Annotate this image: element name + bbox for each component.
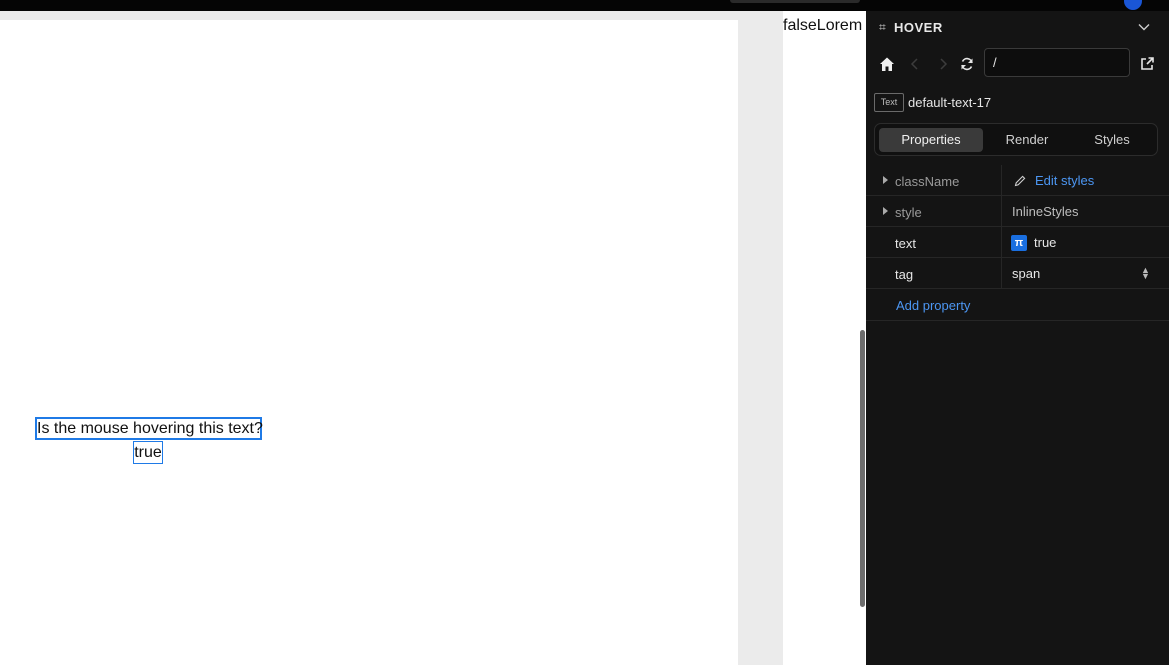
property-value[interactable]: InlineStyles xyxy=(1012,204,1078,219)
tab-styles[interactable]: Styles xyxy=(1060,128,1164,152)
component-type-badge: Text xyxy=(874,93,904,112)
avatar[interactable] xyxy=(1124,0,1142,10)
home-icon[interactable] xyxy=(878,55,896,73)
hover-question-text[interactable]: Is the mouse hovering this text? xyxy=(35,417,263,440)
chevron-right-icon[interactable] xyxy=(934,55,952,73)
property-row-tag[interactable]: tag span ▲ ▼ xyxy=(866,258,1169,289)
pi-icon[interactable]: π xyxy=(1011,235,1027,251)
property-key: text xyxy=(895,236,916,251)
top-bar-field[interactable] xyxy=(730,0,860,3)
chevron-down-icon[interactable] xyxy=(1137,20,1151,34)
chevron-left-icon[interactable] xyxy=(906,55,924,73)
page-frame: Is the mouse hovering this text? true xyxy=(0,20,738,665)
property-value[interactable]: true xyxy=(1034,235,1056,250)
preview-nav-bar xyxy=(866,47,1169,81)
divider xyxy=(866,320,1169,321)
tag-select[interactable]: span xyxy=(1012,266,1040,281)
column-divider xyxy=(1001,227,1002,258)
add-property-button[interactable]: Add property xyxy=(896,298,970,313)
top-bar xyxy=(0,0,1169,11)
panel-title: HOVER xyxy=(894,20,943,35)
property-row-text[interactable]: text π true xyxy=(866,227,1169,258)
canvas-scrollbar[interactable] xyxy=(860,330,865,607)
edit-styles-link[interactable]: Edit styles xyxy=(1035,173,1094,188)
property-key: className xyxy=(895,174,960,189)
property-row-style[interactable]: style InlineStyles xyxy=(866,196,1169,227)
secondary-page-frame: falseLorem xyxy=(783,11,866,665)
property-key: style xyxy=(895,205,922,220)
expand-caret-icon[interactable] xyxy=(883,176,888,184)
panel-header[interactable]: ⌗ HOVER xyxy=(866,11,1169,43)
expand-caret-icon[interactable] xyxy=(883,207,888,215)
url-input[interactable] xyxy=(984,48,1130,77)
component-name: default-text-17 xyxy=(908,95,992,110)
pencil-icon[interactable] xyxy=(1013,174,1027,188)
secondary-page-text: falseLorem xyxy=(783,17,863,34)
select-arrows-icon[interactable]: ▲ ▼ xyxy=(1141,266,1150,281)
external-link-icon[interactable] xyxy=(1138,55,1156,73)
property-row-classname[interactable]: className Edit styles xyxy=(866,165,1169,196)
inspector-tabs: Properties Render Styles xyxy=(874,123,1158,156)
hover-value-text[interactable]: true xyxy=(133,441,163,464)
column-divider xyxy=(1001,165,1002,196)
hash-icon: ⌗ xyxy=(879,20,886,34)
column-divider xyxy=(1001,196,1002,227)
column-divider xyxy=(1001,258,1002,289)
editor-canvas: Is the mouse hovering this text? true fa… xyxy=(0,11,866,665)
tab-properties[interactable]: Properties xyxy=(879,128,983,152)
hover-panel: ⌗ HOVER Text default-text-17 Properties … xyxy=(866,11,1169,665)
refresh-icon[interactable] xyxy=(958,55,976,73)
property-key: tag xyxy=(895,267,914,282)
